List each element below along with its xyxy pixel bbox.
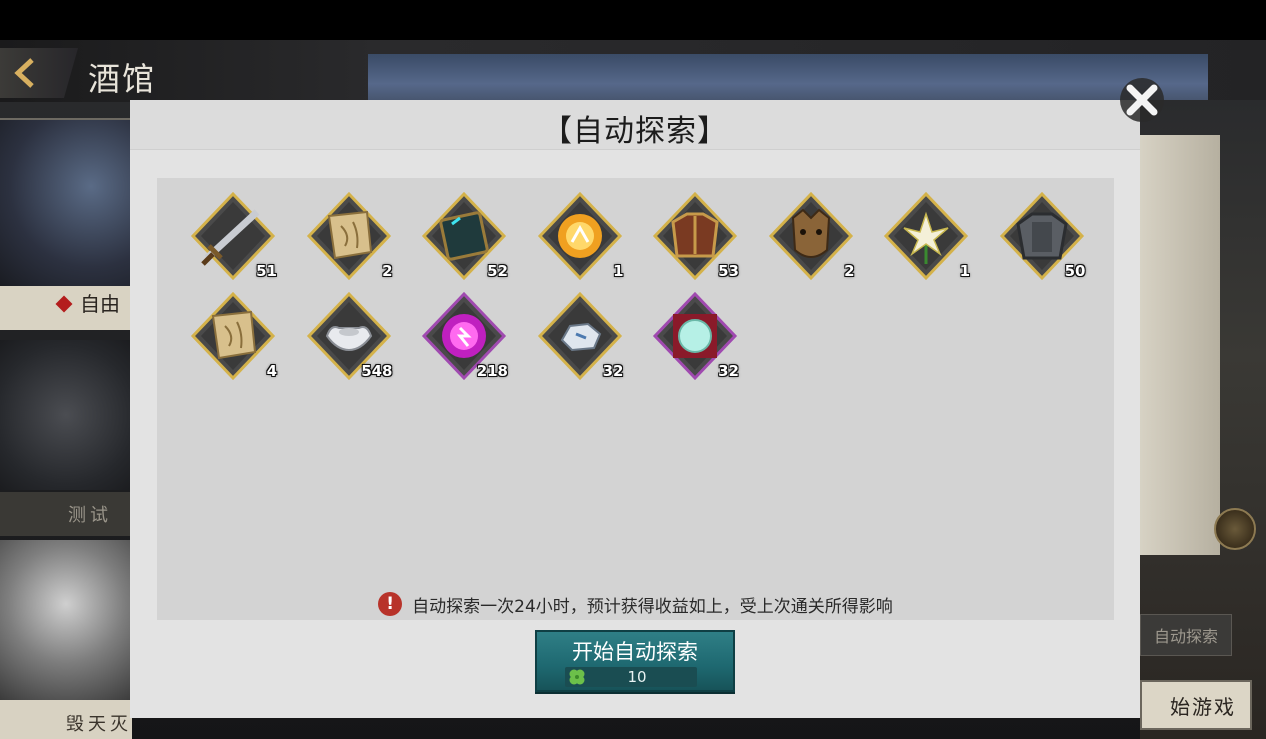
reward-item[interactable]: 52 <box>416 188 512 284</box>
mode-tab-locked-label: 毁天灭 <box>66 714 132 735</box>
mode-tab-test[interactable] <box>0 492 132 536</box>
reward-count: 548 <box>361 362 393 380</box>
dialog-title: 【自动探索】 <box>542 114 728 149</box>
close-x-icon[interactable] <box>1114 74 1170 126</box>
mode-tab-free-label: 自由 <box>80 292 120 316</box>
mode-card-free[interactable] <box>0 118 132 288</box>
reward-count: 2 <box>382 262 393 280</box>
reward-item[interactable]: 32 <box>647 288 743 384</box>
reward-count: 50 <box>1064 262 1086 280</box>
reward-count: 2 <box>844 262 855 280</box>
reward-item[interactable]: 2 <box>763 188 859 284</box>
page-title: 酒馆 <box>88 60 157 98</box>
right-paper-decoration <box>1140 135 1220 555</box>
coin-decoration-icon <box>1214 508 1256 550</box>
mode-tab-test-label: 测试 <box>68 505 112 526</box>
reward-item[interactable]: 53 <box>647 188 743 284</box>
reward-item[interactable]: 1 <box>878 188 974 284</box>
clover-icon <box>569 669 585 685</box>
reward-count: 218 <box>476 362 508 380</box>
reward-count: 52 <box>487 262 508 280</box>
reward-item[interactable]: 50 <box>994 188 1090 284</box>
bg-start-game-button[interactable]: 始游戏 <box>1140 680 1252 730</box>
reward-count: 51 <box>256 262 277 280</box>
reward-item[interactable]: 51 <box>185 188 281 284</box>
reward-count: 32 <box>602 362 624 380</box>
start-button-label: 开始自动探索 <box>572 640 698 664</box>
auto-explore-dialog: 【自动探索】 51 2 52 1 53 2 1 50 4 548 218 32 32 ! 自动探索一次2… <box>130 100 1140 718</box>
reward-item[interactable]: 2 <box>301 188 397 284</box>
reward-count: 1 <box>613 262 624 280</box>
reward-count: 32 <box>718 362 739 380</box>
reward-item[interactable]: 32 <box>532 288 628 384</box>
notice-row: ! 自动探索一次24小时，预计获得收益如上，受上次通关所得影响 <box>157 586 1114 622</box>
dialog-header: 【自动探索】 <box>130 100 1140 150</box>
mode-card-locked[interactable] <box>0 540 132 700</box>
mode-card-test[interactable] <box>0 340 132 490</box>
warning-icon: ! <box>378 592 403 616</box>
rewards-panel: 51 2 52 1 53 2 1 50 4 548 218 32 32 <box>157 178 1114 620</box>
start-auto-explore-button[interactable]: 开始自动探索 10 <box>535 630 735 692</box>
notice-text: 自动探索一次24小时，预计获得收益如上，受上次通关所得影响 <box>412 596 893 617</box>
reward-item[interactable]: 1 <box>532 188 628 284</box>
reward-count: 4 <box>266 362 277 380</box>
reward-count: 53 <box>718 262 739 280</box>
reward-item[interactable]: 4 <box>185 288 281 384</box>
bg-auto-explore-button[interactable]: 自动探索 <box>1140 614 1232 656</box>
reward-item[interactable]: 218 <box>416 288 512 384</box>
reward-count: 1 <box>959 262 970 280</box>
cost-value: 10 <box>627 668 647 686</box>
reward-item[interactable]: 548 <box>301 288 397 384</box>
back-chevron-icon <box>14 58 34 88</box>
